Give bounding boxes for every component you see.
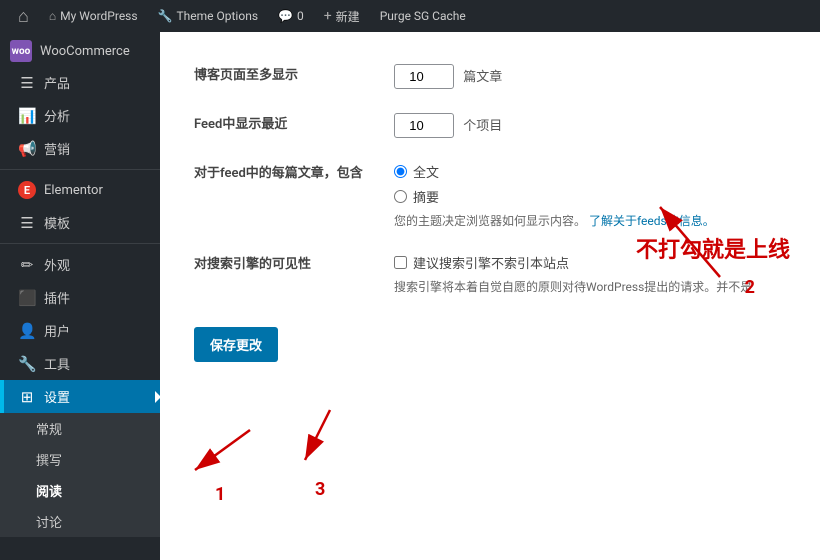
feed-content-row: 对于feed中的每篇文章，包含 全文 摘要 <box>184 150 796 241</box>
sidebar-item-marketing[interactable]: 📢 营销 <box>0 132 160 165</box>
templates-icon: ☰ <box>18 214 36 232</box>
sidebar-label-analytics: 分析 <box>44 106 70 125</box>
sidebar-item-analytics[interactable]: 📊 分析 <box>0 99 160 132</box>
main-content: 博客页面至多显示 篇文章 Feed中显示最近 个项目 <box>160 32 820 560</box>
submenu-discussion[interactable]: 讨论 <box>0 506 160 537</box>
purge-cache-item[interactable]: Purge SG Cache <box>372 0 474 32</box>
submenu-reading[interactable]: 阅读 <box>0 475 160 506</box>
search-visibility-checkbox[interactable] <box>394 256 407 269</box>
plugins-icon: ⬛ <box>18 289 36 307</box>
full-text-option[interactable]: 全文 <box>394 162 786 181</box>
summary-radio[interactable] <box>394 190 407 203</box>
sidebar-label-plugins: 插件 <box>44 288 70 307</box>
arrow-1-svg <box>190 420 290 480</box>
comment-icon: 💬 <box>278 9 293 23</box>
main-layout: woo WooCommerce ☰ 产品 📊 分析 📢 营销 E Element… <box>0 32 820 560</box>
wrench-icon: 🔧 <box>158 9 173 23</box>
comments-item[interactable]: 💬 0 <box>270 0 312 32</box>
analytics-icon: 📊 <box>18 107 36 125</box>
submenu-general[interactable]: 常规 <box>0 413 160 444</box>
blog-posts-unit: 篇文章 <box>463 70 502 85</box>
settings-icon: ⊞ <box>18 388 36 406</box>
feeds-info-link[interactable]: 了解关于feeds的信息。 <box>589 214 715 228</box>
sidebar-label-settings: 设置 <box>44 387 70 406</box>
blog-posts-row: 博客页面至多显示 篇文章 <box>184 52 796 101</box>
search-visibility-desc: 搜索引擎将本着自觉自愿的原则对待WordPress提出的请求。并不是 <box>394 278 786 295</box>
feed-content-radio-group: 全文 摘要 <box>394 162 786 206</box>
sidebar-item-users[interactable]: 👤 用户 <box>0 314 160 347</box>
products-icon: ☰ <box>18 74 36 92</box>
sidebar: woo WooCommerce ☰ 产品 📊 分析 📢 营销 E Element… <box>0 32 160 560</box>
sidebar-item-products[interactable]: ☰ 产品 <box>0 66 160 99</box>
sidebar-label-appearance: 外观 <box>44 255 70 274</box>
search-visibility-label: 对搜索引擎的可见性 <box>184 241 384 307</box>
woocommerce-header[interactable]: woo WooCommerce <box>0 32 160 66</box>
sidebar-item-elementor[interactable]: E Elementor <box>0 174 160 206</box>
annotation-num1: 1 <box>215 484 225 505</box>
sidebar-item-settings[interactable]: ⊞ 设置 <box>0 380 160 413</box>
wp-logo-bar-item[interactable]: ⌂ <box>10 0 37 32</box>
feed-items-label: Feed中显示最近 <box>184 101 384 150</box>
tools-icon: 🔧 <box>18 355 36 373</box>
settings-submenu: 常规 撰写 阅读 讨论 <box>0 413 160 537</box>
home-icon: ⌂ <box>49 9 56 23</box>
feed-items-unit: 个项目 <box>463 119 502 134</box>
save-button[interactable]: 保存更改 <box>194 327 278 362</box>
marketing-icon: 📢 <box>18 140 36 158</box>
sidebar-label-marketing: 营销 <box>44 139 70 158</box>
submenu-writing[interactable]: 撰写 <box>0 444 160 475</box>
arrow-3-svg <box>290 400 370 470</box>
new-item[interactable]: + 新建 <box>316 0 368 32</box>
feed-content-label: 对于feed中的每篇文章，包含 <box>184 150 384 241</box>
sidebar-label-users: 用户 <box>44 321 70 340</box>
save-row: 保存更改 <box>184 327 796 362</box>
my-wordpress-item[interactable]: ⌂ My WordPress <box>41 0 146 32</box>
sidebar-label-tools: 工具 <box>44 354 70 373</box>
sidebar-label-elementor: Elementor <box>44 183 103 198</box>
theme-options-item[interactable]: 🔧 Theme Options <box>150 0 266 32</box>
woo-logo: woo <box>10 40 32 62</box>
sidebar-label-products: 产品 <box>44 73 70 92</box>
sidebar-item-plugins[interactable]: ⬛ 插件 <box>0 281 160 314</box>
feed-hint: 您的主题决定浏览器如何显示内容。 了解关于feeds的信息。 <box>394 212 786 229</box>
search-visibility-row: 对搜索引擎的可见性 建议搜索引擎不索引本站点 搜索引擎将本着自觉自愿的原则对待W… <box>184 241 796 307</box>
feed-items-input[interactable] <box>394 113 454 138</box>
elementor-icon: E <box>18 181 36 199</box>
appearance-icon: ✏ <box>18 256 36 274</box>
blog-posts-label: 博客页面至多显示 <box>184 52 384 101</box>
admin-bar: ⌂ ⌂ My WordPress 🔧 Theme Options 💬 0 + 新… <box>0 0 820 32</box>
sidebar-label-templates: 模板 <box>44 213 70 232</box>
settings-form: 博客页面至多显示 篇文章 Feed中显示最近 个项目 <box>184 52 796 307</box>
full-text-radio[interactable] <box>394 165 407 178</box>
annotation-num3: 3 <box>315 479 325 500</box>
sidebar-item-templates[interactable]: ☰ 模板 <box>0 206 160 239</box>
plus-icon: + <box>324 8 332 24</box>
summary-option[interactable]: 摘要 <box>394 187 786 206</box>
search-visibility-checkbox-label[interactable]: 建议搜索引擎不索引本站点 <box>394 253 786 272</box>
sidebar-item-tools[interactable]: 🔧 工具 <box>0 347 160 380</box>
woocommerce-label: WooCommerce <box>40 44 130 59</box>
blog-posts-input[interactable] <box>394 64 454 89</box>
sidebar-item-appearance[interactable]: ✏ 外观 <box>0 248 160 281</box>
users-icon: 👤 <box>18 322 36 340</box>
feed-items-row: Feed中显示最近 个项目 <box>184 101 796 150</box>
